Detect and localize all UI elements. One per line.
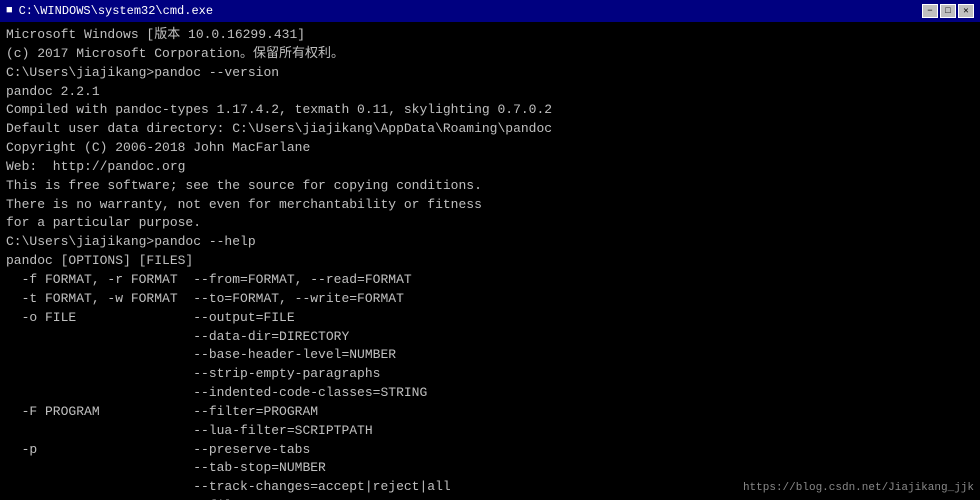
title-bar: ■ C:\WINDOWS\system32\cmd.exe − □ ✕: [0, 0, 980, 22]
console-line: -F PROGRAM --filter=PROGRAM: [6, 403, 974, 422]
console-line: pandoc [OPTIONS] [FILES]: [6, 252, 974, 271]
console-area: Microsoft Windows [版本 10.0.16299.431](c)…: [0, 22, 980, 500]
console-line: -f FORMAT, -r FORMAT --from=FORMAT, --re…: [6, 271, 974, 290]
console-line: -t FORMAT, -w FORMAT --to=FORMAT, --writ…: [6, 290, 974, 309]
cmd-icon: ■: [6, 5, 13, 17]
console-line: Copyright (C) 2006-2018 John MacFarlane: [6, 139, 974, 158]
console-line: --lua-filter=SCRIPTPATH: [6, 422, 974, 441]
console-line: --base-header-level=NUMBER: [6, 346, 974, 365]
title-bar-text: C:\WINDOWS\system32\cmd.exe: [19, 4, 213, 18]
console-line: --tab-stop=NUMBER: [6, 459, 974, 478]
console-line: -o FILE --output=FILE: [6, 309, 974, 328]
console-line: Web: http://pandoc.org: [6, 158, 974, 177]
console-line: C:\Users\jiajikang>pandoc --version: [6, 64, 974, 83]
minimize-button[interactable]: −: [922, 4, 938, 18]
console-line: --indented-code-classes=STRING: [6, 384, 974, 403]
console-line: --data-dir=DIRECTORY: [6, 328, 974, 347]
console-line: pandoc 2.2.1: [6, 83, 974, 102]
console-line: (c) 2017 Microsoft Corporation。保留所有权利。: [6, 45, 974, 64]
console-line: --strip-empty-paragraphs: [6, 365, 974, 384]
close-button[interactable]: ✕: [958, 4, 974, 18]
console-line: -p --preserve-tabs: [6, 441, 974, 460]
console-line: for a particular purpose.: [6, 214, 974, 233]
maximize-button[interactable]: □: [940, 4, 956, 18]
console-line: C:\Users\jiajikang>pandoc --help: [6, 233, 974, 252]
console-line: This is free software; see the source fo…: [6, 177, 974, 196]
watermark: https://blog.csdn.net/Jiajikang_jjk: [743, 482, 974, 494]
console-line: Default user data directory: C:\Users\ji…: [6, 120, 974, 139]
console-line: Microsoft Windows [版本 10.0.16299.431]: [6, 26, 974, 45]
console-line: There is no warranty, not even for merch…: [6, 196, 974, 215]
console-line: Compiled with pandoc-types 1.17.4.2, tex…: [6, 101, 974, 120]
